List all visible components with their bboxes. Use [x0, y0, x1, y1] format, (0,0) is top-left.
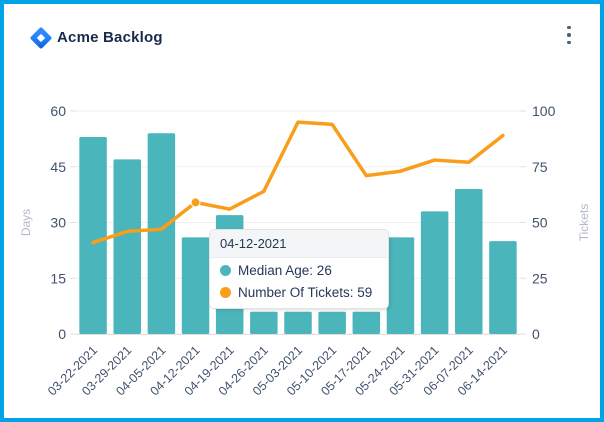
bar-04-05-2021[interactable] — [148, 133, 176, 334]
tooltip-tickets-text: Number Of Tickets: 59 — [238, 285, 372, 300]
right-axis-tick-label: 25 — [532, 270, 548, 286]
bar-05-17-2021[interactable] — [353, 312, 381, 334]
chart-svg: 0153045600255075100DaysTickets03-22-2021… — [4, 4, 600, 418]
right-axis-tick-label: 50 — [532, 215, 548, 231]
bar-05-10-2021[interactable] — [318, 312, 346, 334]
hover-marker-04-12-2021[interactable] — [191, 198, 200, 207]
bar-06-07-2021[interactable] — [455, 189, 483, 334]
right-axis-tick-label: 0 — [532, 326, 540, 342]
bar-03-22-2021[interactable] — [79, 137, 107, 334]
bar-06-14-2021[interactable] — [489, 241, 517, 334]
bar-05-24-2021[interactable] — [387, 237, 415, 334]
bar-03-29-2021[interactable] — [113, 159, 141, 334]
tickets-dot-icon — [220, 287, 231, 298]
tooltip-row-tickets: Number Of Tickets: 59 — [210, 280, 388, 308]
left-axis-tick-label: 60 — [50, 103, 66, 119]
right-axis-tick-label: 100 — [532, 103, 556, 119]
tooltip-row-median-age: Median Age: 26 — [210, 258, 388, 280]
tooltip-median-age-text: Median Age: 26 — [238, 263, 332, 278]
backlog-card: Acme Backlog 0153045600255075100DaysTick… — [4, 4, 600, 418]
left-axis-tick-label: 15 — [50, 270, 66, 286]
right-axis-tick-label: 75 — [532, 159, 548, 175]
bar-04-12-2021[interactable] — [182, 237, 210, 334]
bar-05-31-2021[interactable] — [421, 211, 449, 334]
chart-tooltip: 04-12-2021 Median Age: 26 Number Of Tick… — [209, 229, 389, 309]
bar-05-03-2021[interactable] — [284, 312, 312, 334]
left-axis-tick-label: 30 — [50, 215, 66, 231]
tooltip-date: 04-12-2021 — [210, 230, 388, 258]
left-axis-tick-label: 45 — [50, 159, 66, 175]
left-axis-tick-label: 0 — [58, 326, 66, 342]
median-age-dot-icon — [220, 265, 231, 276]
right-axis-title: Tickets — [577, 204, 591, 242]
bar-04-26-2021[interactable] — [250, 312, 278, 334]
left-axis-title: Days — [19, 209, 33, 236]
